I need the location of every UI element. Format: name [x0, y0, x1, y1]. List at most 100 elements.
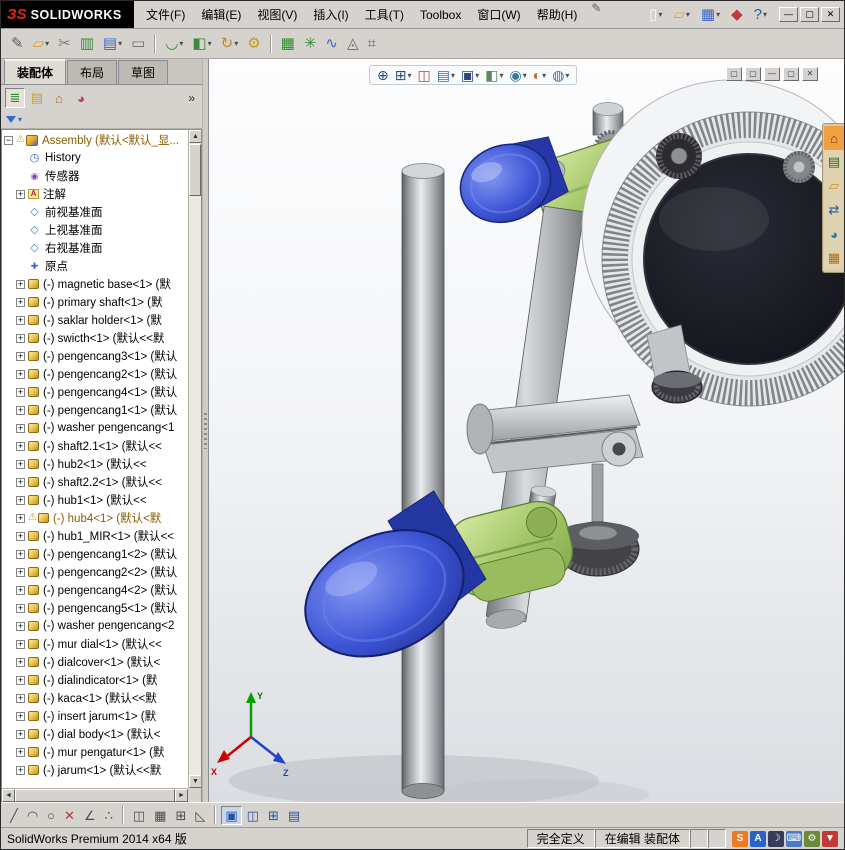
expander-icon[interactable] [16, 747, 25, 757]
view-orientation-icon[interactable]: ▣ ▾ [459, 67, 481, 83]
expander-icon[interactable] [16, 693, 25, 703]
menu-item[interactable]: Toolbox [412, 5, 469, 25]
tree-item[interactable]: ⚠ (-) washer pengencang<1 [4, 419, 188, 437]
tree-item[interactable]: ⚠ (-) primary shaft<1> (默 [4, 293, 188, 311]
tree-item[interactable]: ⚠ (-) mur pengatur<1> (默 [4, 743, 188, 761]
menu-item[interactable]: 窗口(W) [469, 3, 528, 26]
panel-splitter[interactable] [202, 59, 209, 802]
appearances-scenes-icon[interactable]: ◕ [824, 222, 844, 246]
expander-icon[interactable] [16, 477, 25, 487]
expander-icon[interactable] [16, 567, 25, 577]
sketch-circle-icon[interactable]: ○ [43, 806, 59, 825]
view-palette-icon[interactable]: ⇄ [824, 198, 844, 222]
scroll-left-icon[interactable]: ◄ [2, 789, 15, 802]
insert-component-icon[interactable]: ◧ ▾ [188, 33, 215, 54]
attachment-icon[interactable]: ✂ [54, 33, 75, 54]
tree-item[interactable]: ⚠ History [4, 149, 188, 167]
doc-window-close-icon[interactable]: ✕ [802, 67, 818, 81]
expander-icon[interactable] [16, 675, 25, 685]
sketch-line-icon[interactable]: ╱ [6, 806, 22, 825]
save-icon[interactable]: ▦ ▾ [697, 4, 724, 25]
scrollbar-thumb[interactable] [189, 144, 201, 196]
expander-icon[interactable] [16, 315, 25, 325]
doc-window-cascade-icon[interactable]: ▢ [745, 67, 761, 81]
expander-icon[interactable] [16, 387, 25, 397]
configurationmanager-icon[interactable]: ⌂ [49, 88, 69, 108]
ime-mode-icon[interactable]: A [750, 830, 766, 847]
tree-item[interactable]: ⚠ (-) shaft2.2<1> (默认<< [4, 473, 188, 491]
expander-icon[interactable] [16, 639, 25, 649]
tree-root-assembly[interactable]: ⚠ Assembly (默认<默认_显... [4, 131, 188, 149]
tree-item[interactable]: ⚠ (-) pengencang1<2> (默认 [4, 545, 188, 563]
expander-icon[interactable] [16, 441, 25, 451]
scroll-down-icon[interactable]: ▼ [189, 775, 201, 788]
toolbar-icon[interactable] [154, 33, 157, 54]
toolbar-icon[interactable] [269, 33, 272, 54]
interference-check-icon[interactable]: ◬ [343, 33, 363, 54]
print-preview-icon[interactable]: ▭ [127, 33, 149, 54]
graphics-viewport[interactable]: Y X Z ⊕ ⊞ ▾ ◫ ▤ ▾ ▣ ▾ ◧ ▾ ◉ ▾ ◐ ▾ ◍ ▾ ▢ ▢ — ▢ ✕ ⌂ ▤ ▱ ⇄ ◕ ▦ [209, 59, 844, 802]
expander-icon[interactable] [16, 729, 25, 739]
toolbar-icon[interactable] [121, 805, 124, 825]
menu-item[interactable]: 文件(F) [138, 3, 193, 26]
design-library-icon[interactable]: ▤ [824, 150, 844, 174]
expander-icon[interactable] [16, 549, 25, 559]
tree-item[interactable]: ⚠ 注解 [4, 185, 188, 203]
featuremanager-tree-icon[interactable]: ≣ [5, 88, 25, 108]
linear-pattern-icon[interactable]: ⊞ [171, 806, 190, 825]
design-table-icon[interactable]: ▥ [76, 33, 98, 54]
tree-item[interactable]: ⚠ (-) dialindicator<1> (默 [4, 671, 188, 689]
zoom-area-icon[interactable]: ⊞ ▾ [393, 67, 414, 83]
tree-item[interactable]: ⚠ (-) pengencang5<1> (默认 [4, 599, 188, 617]
tree-item[interactable]: ⚠ 前视基准面 [4, 203, 188, 221]
filter-funnel-icon[interactable] [6, 116, 16, 123]
tree-item[interactable]: ⚠ 上视基准面 [4, 221, 188, 239]
measure-icon[interactable]: ▤ ▾ [99, 33, 126, 54]
zoom-fit-icon[interactable]: ⊕ [375, 67, 391, 83]
tree-item[interactable]: ⚠ (-) magnetic base<1> (默 [4, 275, 188, 293]
expander-icon[interactable] [16, 189, 25, 199]
commandmanager-tab[interactable]: 草图 [118, 60, 169, 84]
tree-item[interactable]: ⚠ (-) insert jarum<1> (默 [4, 707, 188, 725]
rotate-component-icon[interactable]: ↻ ▾ [217, 33, 243, 54]
expander-icon[interactable] [16, 513, 25, 523]
night-mode-icon[interactable]: ☽ [768, 830, 784, 847]
tree-item[interactable]: ⚠ (-) kaca<1> (默认<<默 [4, 689, 188, 707]
doc-window-maximize-icon[interactable]: ▢ [783, 67, 799, 81]
menu-pin-icon[interactable]: ✎ [587, 1, 605, 28]
expander-icon[interactable] [16, 765, 25, 775]
tree-item[interactable]: ⚠ (-) mur dial<1> (默认<< [4, 635, 188, 653]
assembly-features-icon[interactable]: ⚙ [243, 33, 264, 54]
expander-icon[interactable] [16, 279, 25, 289]
convert-entities-icon[interactable]: ◺ [191, 806, 209, 825]
tree-item[interactable]: ⚠ (-) pengencang3<1> (默认 [4, 347, 188, 365]
commandmanager-tab[interactable]: 布局 [67, 60, 118, 84]
expander-icon[interactable] [4, 135, 13, 145]
menu-item[interactable]: 帮助(H) [529, 3, 586, 26]
maximize-button[interactable]: ▢ [800, 7, 819, 22]
help-icon[interactable]: ? ▾ [750, 4, 771, 25]
tree-item[interactable]: ⚠ (-) pengencang2<2> (默认 [4, 563, 188, 581]
menu-item[interactable]: 插入(I) [305, 3, 356, 26]
pin-toolbar-icon[interactable]: ✎ [7, 33, 28, 54]
grid-snap-icon[interactable]: ▦ [150, 806, 170, 825]
tree-item[interactable]: ⚠ (-) pengencang2<1> (默认 [4, 365, 188, 383]
expander-icon[interactable] [16, 495, 25, 505]
doc-window-minimize-icon[interactable]: — [764, 67, 780, 81]
toolbar-icon[interactable] [214, 805, 217, 825]
tree-item[interactable]: ⚠ (-) pengencang1<1> (默认 [4, 401, 188, 419]
tree-item[interactable]: ⚠ (-) jarum<1> (默认<<默 [4, 761, 188, 779]
doc-window-restore-icon[interactable]: ▢ [726, 67, 742, 81]
sketch-angle-icon[interactable]: ∠ [80, 806, 100, 825]
viewport-four-icon[interactable]: ⊞ [264, 806, 283, 825]
filter-dropdown-icon[interactable]: ▾ [18, 115, 22, 124]
viewport-single-icon[interactable]: ▣ [221, 805, 242, 825]
menu-item[interactable]: 工具(T) [357, 3, 412, 26]
tree-item[interactable]: ⚠ 传感器 [4, 167, 188, 185]
annotation-visibility-icon[interactable]: ▤ ▾ [435, 67, 457, 83]
new-document-icon[interactable]: ▯ ▾ [645, 4, 666, 25]
tree-item[interactable]: ⚠ (-) hub1<1> (默认<< [4, 491, 188, 509]
expander-icon[interactable] [16, 621, 25, 631]
tree-horizontal-scrollbar[interactable]: ◄ ► [2, 788, 188, 802]
bom-table-icon[interactable]: ▦ [277, 33, 299, 54]
